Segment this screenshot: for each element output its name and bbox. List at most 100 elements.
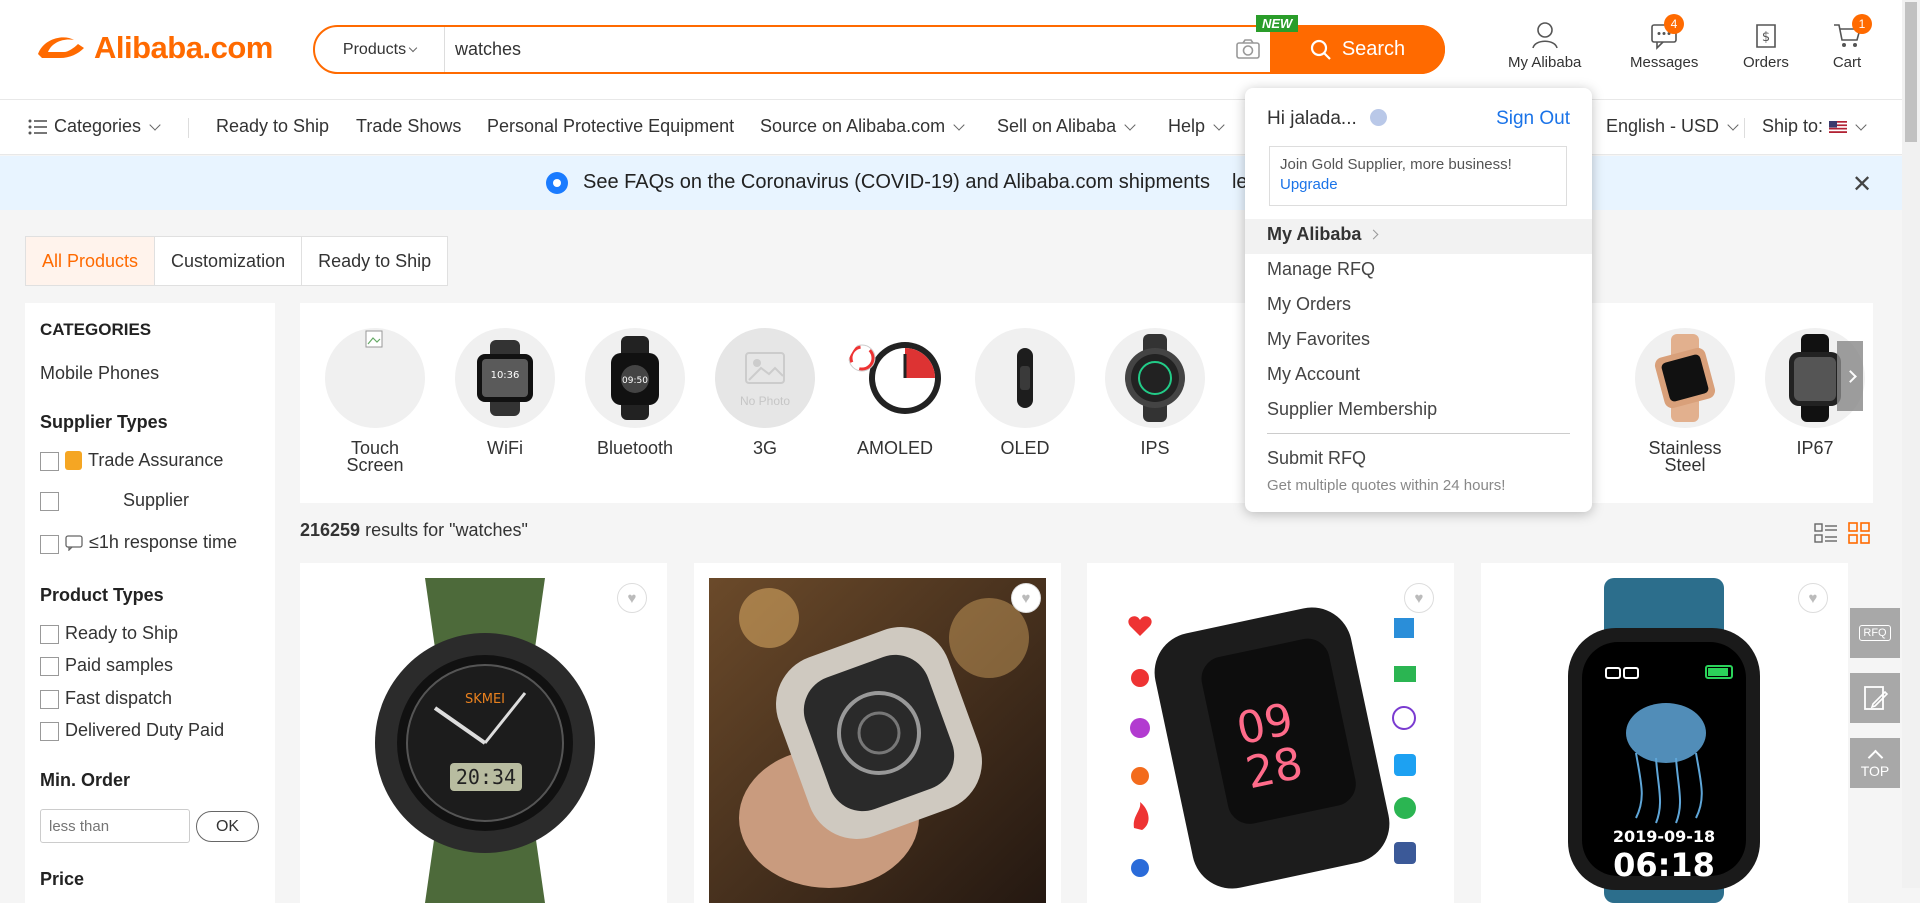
category-3g[interactable]: No Photo 3G (710, 328, 820, 457)
product-card[interactable]: 20:34 SKMEI ♥ (300, 563, 667, 903)
nav-sell[interactable]: Sell on Alibaba (997, 116, 1136, 137)
min-order-input[interactable] (40, 809, 190, 843)
product-card[interactable]: ♥ (694, 563, 1061, 903)
fast-dispatch-filter-label[interactable]: Fast dispatch (65, 688, 172, 709)
response-time-checkbox[interactable] (40, 535, 59, 554)
svg-text:$: $ (1762, 30, 1770, 45)
round-smartwatch-image (1125, 334, 1185, 422)
category-image (1635, 328, 1735, 428)
close-icon[interactable]: ✕ (1852, 170, 1872, 199)
results-count: 216259 results for "watches" (300, 520, 528, 541)
sign-out-link[interactable]: Sign Out (1496, 108, 1570, 130)
supplier-checkbox[interactable] (40, 492, 59, 511)
category-image (325, 328, 425, 428)
category-ips[interactable]: IPS (1100, 328, 1210, 457)
product-image[interactable] (709, 578, 1046, 903)
ready-to-ship-checkbox[interactable] (40, 625, 59, 644)
tab-ready-to-ship[interactable]: Ready to Ship (302, 237, 447, 285)
product-image[interactable]: 09 28 (1102, 578, 1439, 903)
alibaba-logo[interactable]: Alibaba.com (34, 30, 273, 66)
paid-samples-checkbox[interactable] (40, 657, 59, 676)
delivered-duty-paid-filter-label[interactable]: Delivered Duty Paid (65, 720, 224, 741)
menu-item-submit-rfq[interactable]: Submit RFQ (1267, 448, 1366, 469)
favorite-heart-icon[interactable]: ♥ (1404, 583, 1434, 613)
new-badge: NEW (1256, 15, 1299, 32)
orders-button[interactable]: $ Orders (1743, 20, 1789, 71)
ready-to-ship-filter-label[interactable]: Ready to Ship (65, 623, 178, 644)
menu-icon (28, 119, 47, 134)
tab-all-products[interactable]: All Products (26, 237, 156, 285)
menu-divider (1267, 433, 1570, 434)
upgrade-link[interactable]: Upgrade (1280, 175, 1556, 195)
menu-item-my-alibaba[interactable]: My Alibaba (1267, 224, 1379, 245)
search-category-select[interactable]: Products (315, 27, 445, 72)
category-stainless-steel[interactable]: Stainless Steel (1630, 328, 1740, 474)
search-button[interactable]: Search (1270, 25, 1445, 74)
chevron-down-icon (1213, 118, 1225, 131)
nav-ppe[interactable]: Personal Protective Equipment (487, 116, 734, 137)
search-input[interactable] (455, 27, 1175, 72)
nav-ready-to-ship[interactable]: Ready to Ship (216, 116, 329, 137)
menu-item-supplier-membership[interactable]: Supplier Membership (1267, 399, 1437, 420)
carousel-next-button[interactable] (1837, 341, 1863, 411)
fitness-band-image (1017, 348, 1033, 408)
my-alibaba-label: My Alibaba (1508, 54, 1582, 71)
category-label: AMOLED (856, 438, 934, 458)
scrollbar-thumb[interactable] (1905, 2, 1917, 142)
trade-assurance-checkbox[interactable] (40, 452, 59, 471)
min-order-heading: Min. Order (40, 770, 131, 790)
nav-sell-label: Sell on Alibaba (997, 116, 1117, 136)
category-carousel: Touch Screen 10:36 WiFi 09:50 Bluetooth … (300, 303, 1873, 503)
product-image[interactable]: 20:34 SKMEI (315, 578, 652, 903)
camera-icon[interactable] (1235, 37, 1261, 61)
page-scrollbar[interactable] (1902, 0, 1920, 888)
banner-text[interactable]: See FAQs on the Coronavirus (COVID-19) a… (583, 171, 1248, 194)
category-wifi[interactable]: 10:36 WiFi (450, 328, 560, 457)
menu-item-my-account[interactable]: My Account (1267, 364, 1360, 385)
response-time-filter[interactable]: ≤1h response time (65, 532, 237, 553)
nav-ready-to-ship-label: Ready to Ship (216, 116, 330, 136)
favorite-heart-icon[interactable]: ♥ (1011, 583, 1041, 613)
delivered-duty-paid-checkbox[interactable] (40, 722, 59, 741)
fast-dispatch-checkbox[interactable] (40, 690, 59, 709)
cart-button[interactable]: Cart 1 (1832, 14, 1872, 71)
grid-view-icon[interactable] (1848, 522, 1870, 544)
min-order-ok-button[interactable]: OK (196, 811, 259, 842)
trade-assurance-filter[interactable]: Trade Assurance (65, 450, 223, 471)
categories-menu[interactable]: Categories (28, 116, 161, 137)
back-to-top-button[interactable]: TOP (1850, 738, 1900, 788)
supplier-label[interactable]: Supplier (123, 490, 189, 511)
feedback-button[interactable] (1850, 673, 1900, 723)
cart-label: Cart (1832, 54, 1862, 71)
category-amoled[interactable]: AMOLED (840, 328, 950, 457)
ship-to-select[interactable]: Ship to: (1762, 116, 1867, 137)
favorite-heart-icon[interactable]: ♥ (617, 583, 647, 613)
product-image[interactable]: 2019-09-18 06:18 (1496, 578, 1833, 903)
menu-item-manage-rfq[interactable]: Manage RFQ (1267, 259, 1375, 280)
skeleton-watch-image (709, 578, 1046, 903)
menu-item-my-orders[interactable]: My Orders (1267, 294, 1351, 315)
nav-source[interactable]: Source on Alibaba.com (760, 116, 965, 137)
paid-samples-filter-label[interactable]: Paid samples (65, 655, 173, 676)
category-bluetooth[interactable]: 09:50 Bluetooth (580, 328, 690, 457)
nav-help-label: Help (1168, 116, 1206, 136)
my-alibaba-button[interactable]: My Alibaba (1508, 20, 1581, 71)
category-image (1105, 328, 1205, 428)
category-item-mobile-phones[interactable]: Mobile Phones (40, 363, 159, 384)
tab-customization[interactable]: Customization (155, 237, 303, 285)
messages-button[interactable]: Messages 4 (1630, 14, 1698, 71)
gold-supplier-text: Join Gold Supplier, more business! (1280, 156, 1512, 173)
rfq-button[interactable]: RFQ (1850, 608, 1900, 658)
trade-assurance-icon (65, 451, 82, 470)
menu-item-my-favorites[interactable]: My Favorites (1267, 329, 1370, 350)
favorite-heart-icon[interactable]: ♥ (1798, 583, 1828, 613)
category-touch-screen[interactable]: Touch Screen (320, 328, 430, 474)
category-label: Bluetooth (596, 438, 674, 458)
product-card[interactable]: 09 28 ♥ (1087, 563, 1454, 903)
nav-help[interactable]: Help (1168, 116, 1225, 137)
product-card[interactable]: 2019-09-18 06:18 ♥ (1481, 563, 1848, 903)
list-view-icon[interactable] (1814, 522, 1838, 544)
nav-trade-shows[interactable]: Trade Shows (356, 116, 461, 137)
language-currency-select[interactable]: English - USD (1606, 116, 1739, 137)
category-oled[interactable]: OLED (970, 328, 1080, 457)
